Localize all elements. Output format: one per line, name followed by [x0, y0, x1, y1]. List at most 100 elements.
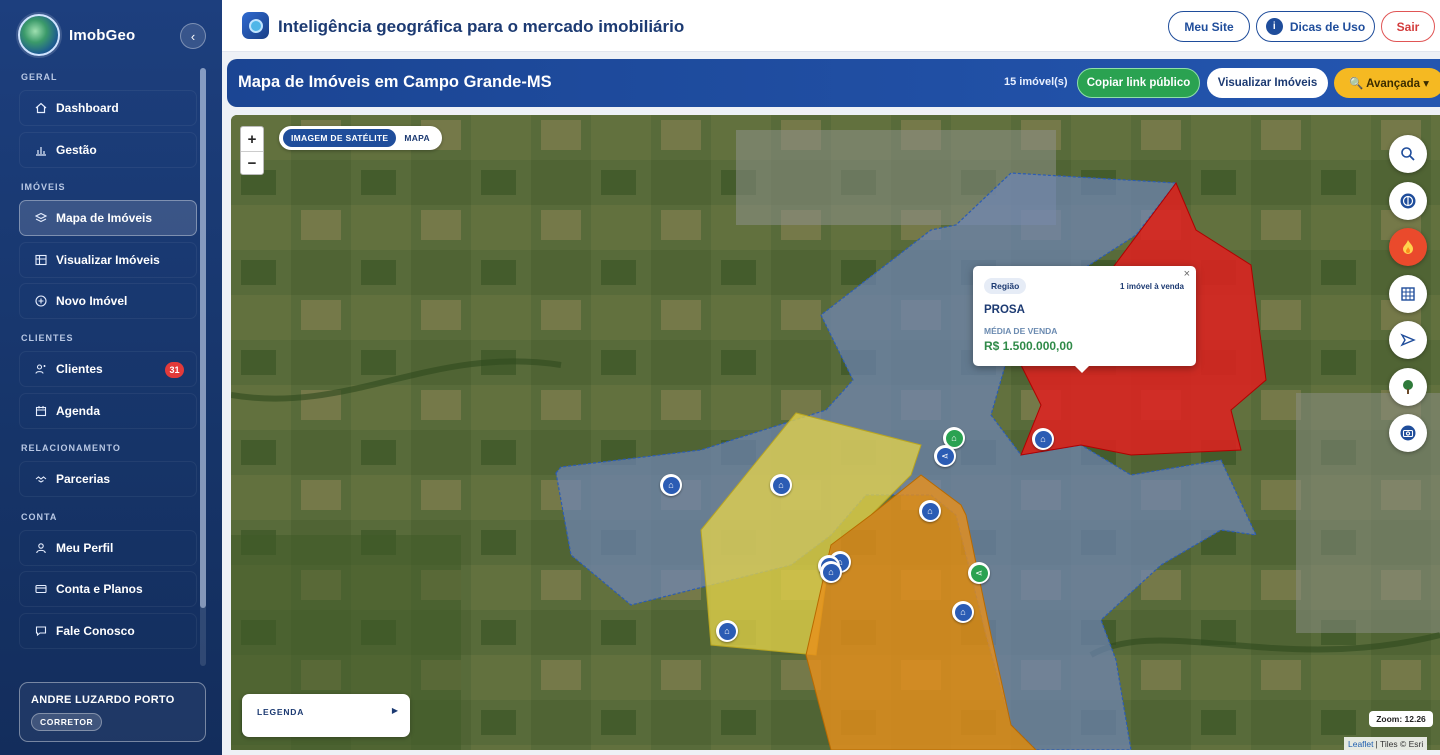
house-icon: ⌂	[921, 502, 939, 520]
share-marker[interactable]: ⋖	[934, 445, 956, 467]
house-icon: ⌂	[945, 429, 963, 447]
close-icon[interactable]: ×	[1184, 268, 1190, 280]
house-icon: ⌂	[772, 476, 790, 494]
popup-value: R$ 1.500.000,00	[984, 339, 1073, 353]
property-marker[interactable]: ⌂	[716, 620, 738, 642]
brand-name: ImobGeo	[69, 26, 136, 44]
zoom-out-button[interactable]: −	[241, 151, 263, 175]
user-card[interactable]: ANDRE LUZARDO PORTO CORRETOR	[19, 682, 206, 742]
region-popup: Região 1 imóvel à venda × PROSA MÉDIA DE…	[973, 266, 1196, 373]
sidebar-item-dashboard[interactable]: Dashboard	[19, 90, 197, 126]
copy-public-link-button[interactable]: Copiar link público	[1077, 68, 1200, 98]
page-title: Mapa de Imóveis em Campo Grande-MS	[238, 73, 552, 91]
popup-count: 1 imóvel à venda	[1119, 282, 1184, 291]
sidebar-item-visualizar[interactable]: Visualizar Imóveis	[19, 242, 197, 278]
satellite-map[interactable]	[231, 115, 1440, 750]
user-name: ANDRE LUZARDO PORTO	[31, 694, 175, 706]
popup-label: MÉDIA DE VENDA	[984, 326, 1058, 336]
layer-map-button[interactable]: MAPA	[396, 129, 438, 147]
property-marker[interactable]: ⌂	[660, 474, 682, 496]
advanced-search-dropdown[interactable]: 🔍 Avançada ▾	[1334, 68, 1440, 98]
layer-satellite-button[interactable]: IMAGEM DE SATÉLITE	[283, 129, 397, 147]
notification-badge: 31	[165, 362, 184, 378]
share-marker[interactable]: ⋖	[968, 562, 990, 584]
sidebar-item-planos[interactable]: Conta e Planos	[19, 571, 197, 607]
zoom-readout: Zoom: 12.26	[1369, 711, 1433, 727]
sidebar-item-label: Conta e Planos	[56, 582, 143, 596]
sidebar: ImobGeo ‹ GERAL Dashboard Gestão IMÓVEIS…	[0, 0, 222, 755]
layer-toggle: IMAGEM DE SATÉLITE MAPA	[279, 126, 442, 150]
sidebar-item-agenda[interactable]: Agenda	[19, 393, 197, 429]
chat-icon	[34, 624, 48, 638]
sidebar-item-clientes[interactable]: Clientes 31	[19, 351, 197, 387]
view-properties-button[interactable]: Visualizar Imóveis	[1207, 68, 1328, 98]
user-icon	[34, 541, 48, 555]
app-logo-icon	[242, 12, 269, 39]
section-label-imoveis: IMÓVEIS	[21, 182, 66, 192]
property-marker[interactable]: ⌂	[770, 474, 792, 496]
zoom-in-button[interactable]: +	[241, 127, 263, 151]
property-marker[interactable]: ⌂	[919, 500, 941, 522]
search-icon[interactable]	[1389, 135, 1427, 173]
fire-icon[interactable]	[1389, 228, 1427, 266]
credit-card-icon	[34, 582, 48, 596]
leaflet-link[interactable]: Leaflet	[1348, 739, 1374, 749]
camera-icon[interactable]	[1389, 414, 1427, 452]
info-icon: i	[1265, 18, 1283, 35]
sidebar-item-mapa[interactable]: Mapa de Imóveis	[19, 200, 197, 236]
sidebar-item-novo[interactable]: Novo Imóvel	[19, 283, 197, 319]
popup-tag: Região	[984, 278, 1027, 294]
map-tools	[1389, 135, 1427, 461]
house-icon: ⌂	[718, 622, 736, 640]
compass-icon[interactable]	[1389, 181, 1427, 220]
meu-site-button[interactable]: Meu Site	[1168, 11, 1250, 42]
sidebar-nav: GERAL Dashboard Gestão IMÓVEIS Mapa de I…	[0, 62, 210, 667]
tree-icon[interactable]	[1389, 367, 1427, 406]
section-label-relacionamento: RELACIONAMENTO	[21, 443, 121, 453]
property-marker[interactable]: ⌂	[1032, 428, 1054, 450]
property-marker[interactable]: ⌂	[820, 561, 842, 583]
sidebar-item-label: Clientes	[56, 362, 103, 376]
legend-toggle[interactable]: LEGENDA ▶	[242, 694, 410, 737]
sidebar-item-gestao[interactable]: Gestão	[19, 132, 197, 168]
share-icon: ⋖	[936, 447, 954, 465]
handshake-icon	[34, 472, 48, 486]
section-label-geral: GERAL	[21, 72, 58, 82]
section-label-clientes: CLIENTES	[21, 333, 74, 343]
sidebar-item-parcerias[interactable]: Parcerias	[19, 461, 197, 497]
home-icon	[34, 101, 48, 115]
sidebar-item-perfil[interactable]: Meu Perfil	[19, 530, 197, 566]
sidebar-item-label: Mapa de Imóveis	[56, 211, 153, 225]
map-container[interactable]: + − IMAGEM DE SATÉLITE MAPA ⌂ ⌂ ⌂ ⋖ ⌂ ⌂ …	[231, 115, 1440, 750]
house-icon: ⌂	[662, 476, 680, 494]
sidebar-item-label: Visualizar Imóveis	[56, 253, 160, 267]
house-icon: ⌂	[1034, 430, 1052, 448]
chevron-right-icon: ▶	[391, 706, 398, 715]
grid-icon[interactable]	[1389, 274, 1427, 313]
dicas-label: Dicas de Uso	[1289, 19, 1366, 34]
dicas-de-uso-button[interactable]: i Dicas de Uso	[1256, 11, 1375, 42]
share-icon: ⋖	[970, 564, 988, 582]
bar-chart-icon	[34, 143, 48, 157]
attribution-text: | Tiles © Esri	[1375, 738, 1424, 749]
brand-logo-icon	[18, 14, 60, 56]
header-title: Inteligência geográfica para o mercado i…	[278, 17, 685, 36]
top-header: Inteligência geográfica para o mercado i…	[222, 0, 1440, 52]
legend-label: LEGENDA	[257, 707, 305, 717]
route-icon[interactable]	[1389, 321, 1427, 359]
calendar-icon	[34, 404, 48, 418]
sidebar-item-label: Novo Imóvel	[56, 294, 128, 308]
scrollbar-thumb[interactable]	[200, 68, 206, 608]
property-count: 15 imóvel(s)	[1004, 76, 1068, 88]
sidebar-scrollbar[interactable]	[200, 68, 206, 666]
plus-circle-icon	[34, 294, 48, 308]
sidebar-item-label: Agenda	[56, 404, 101, 418]
logout-button[interactable]: Sair	[1381, 11, 1435, 42]
collapse-sidebar-button[interactable]: ‹	[180, 23, 206, 49]
brand[interactable]: ImobGeo	[18, 14, 135, 56]
property-marker[interactable]: ⌂	[952, 601, 974, 623]
sidebar-item-fale[interactable]: Fale Conosco	[19, 613, 197, 649]
sidebar-item-label: Parcerias	[56, 472, 111, 486]
map-layers-icon	[34, 211, 48, 225]
page-title-bar: Mapa de Imóveis em Campo Grande-MS 15 im…	[227, 59, 1440, 107]
